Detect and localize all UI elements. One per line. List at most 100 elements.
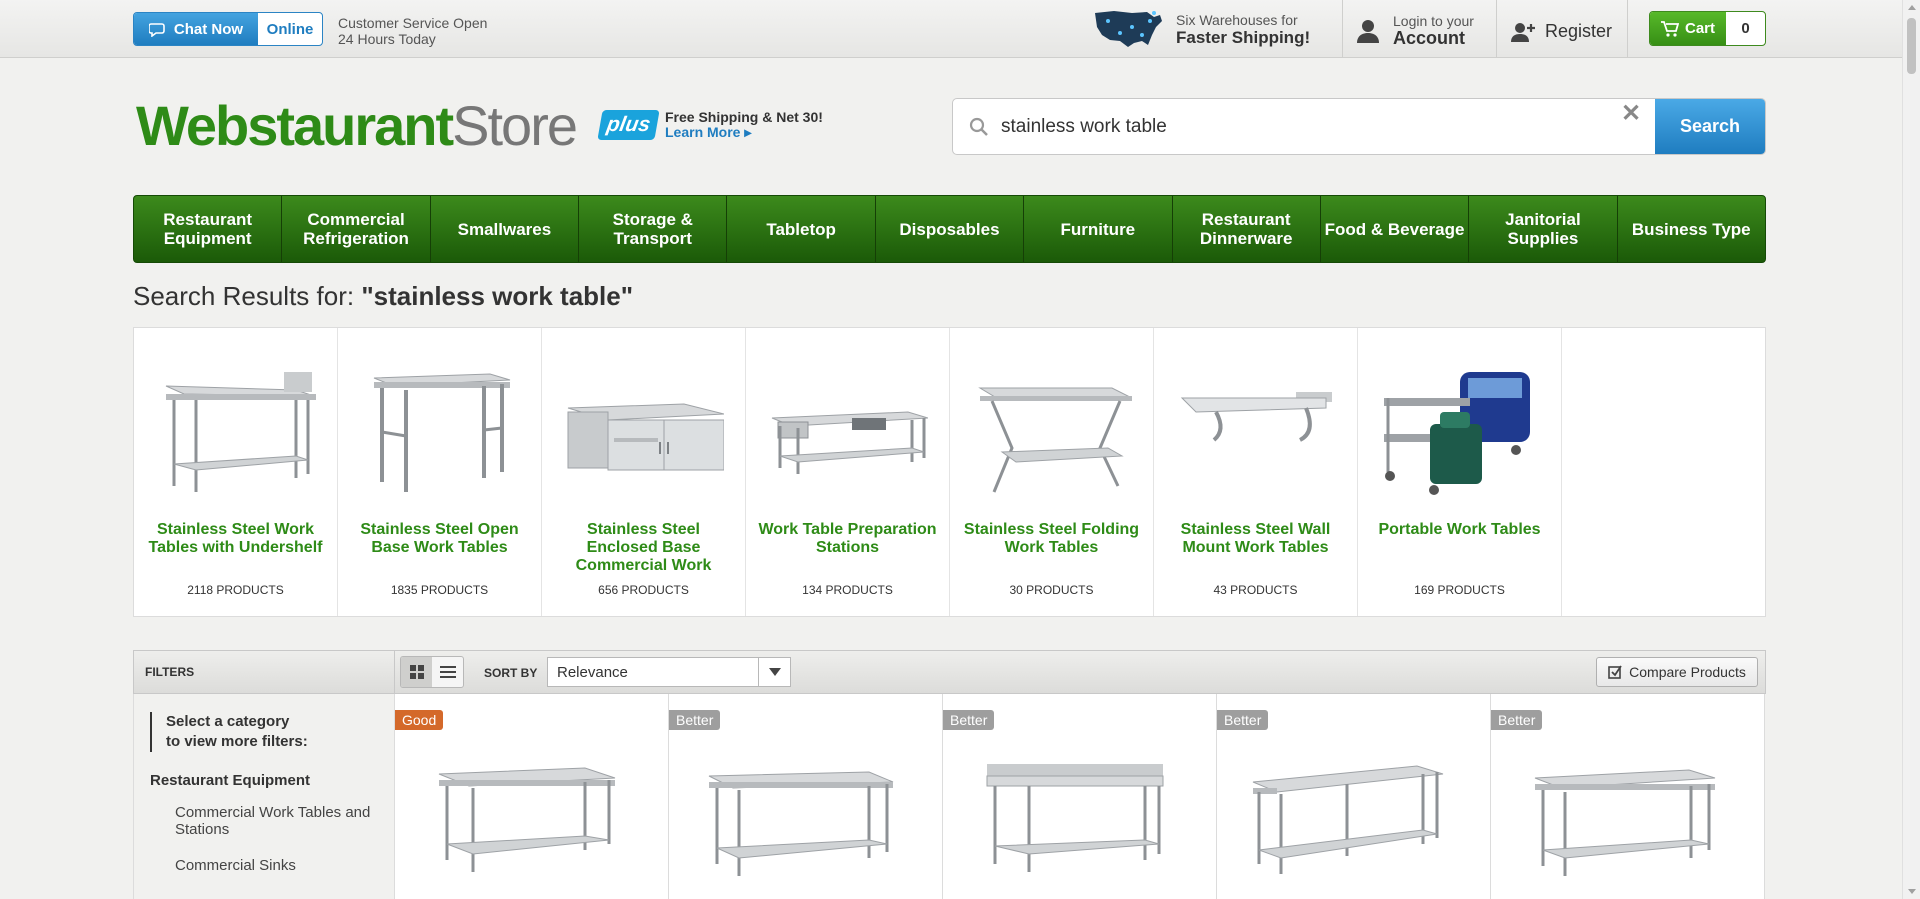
quality-badge: Better <box>1217 710 1269 730</box>
category-tile[interactable]: Stainless Steel Folding Work Tables 30 P… <box>950 328 1154 616</box>
category-count: 656 PRODUCTS <box>598 583 689 597</box>
category-count: 1835 PRODUCTS <box>390 583 489 597</box>
divider <box>1496 0 1497 57</box>
learn-more-link[interactable]: Learn More ▸ <box>665 125 823 140</box>
nav-item[interactable]: Food & Beverage <box>1321 196 1470 262</box>
divider <box>1342 0 1343 57</box>
scroll-up-arrow[interactable] <box>1908 5 1916 10</box>
folding-table-image <box>978 387 1132 493</box>
compare-products-button[interactable]: Compare Products <box>1596 657 1758 687</box>
nav-item[interactable]: Restaurant Equipment <box>134 196 283 262</box>
quality-badge: Better <box>1491 710 1543 730</box>
category-count: 2118 PRODUCTS <box>187 583 284 597</box>
page-scrollbar[interactable] <box>1902 0 1920 899</box>
category-tile[interactable]: Stainless Steel Enclosed Base Commercial… <box>542 328 746 616</box>
view-toggle <box>400 656 464 688</box>
top-bar: Chat Now Online Customer Service Open 24… <box>0 0 1902 58</box>
nav-item[interactable]: Business Type <box>1618 196 1765 262</box>
category-count: 134 PRODUCTS <box>802 583 893 597</box>
register-link[interactable]: Register <box>1511 21 1612 42</box>
cs-line2: 24 Hours Today <box>338 31 436 47</box>
logo-light: Store <box>452 94 578 157</box>
product-image <box>1534 769 1716 876</box>
grid-view-button[interactable] <box>401 657 432 687</box>
category-name: Stainless Steel Folding Work Tables <box>963 521 1140 556</box>
category-tile[interactable]: Work Table Preparation Stations 134 PROD… <box>746 328 950 616</box>
clear-search-icon[interactable]: ✕ <box>1607 99 1655 154</box>
page-title: Search Results for: "stainless work tabl… <box>133 281 633 312</box>
work-table-undershelf-image <box>165 372 316 492</box>
category-name: Stainless Steel Work Tables with Undersh… <box>148 521 323 556</box>
scroll-down-arrow[interactable] <box>1908 889 1916 894</box>
chat-now-button[interactable]: Chat Now Online <box>133 12 323 46</box>
user-icon <box>1357 19 1379 43</box>
sort-select[interactable]: Relevance <box>547 657 791 687</box>
portable-cart-image <box>1384 372 1530 495</box>
grid-icon <box>409 665 424 679</box>
product-image <box>438 767 616 872</box>
login-link[interactable]: Login to your Account <box>1357 13 1474 48</box>
nav-item[interactable]: Storage & Transport <box>579 196 728 262</box>
hint-line2: to view more filters: <box>166 733 308 750</box>
customer-service-hours: Customer Service Open 24 Hours Today <box>338 15 487 47</box>
product-card[interactable]: Better <box>1491 694 1765 899</box>
nav-item[interactable]: Furniture <box>1024 196 1173 262</box>
wall-mount-table-image <box>1180 392 1332 442</box>
divider <box>1627 0 1628 57</box>
product-card[interactable]: Good <box>395 694 669 899</box>
category-tiles: Stainless Steel Work Tables with Undersh… <box>133 327 1766 617</box>
nav-item[interactable]: Smallwares <box>431 196 580 262</box>
product-grid: Good Better Better Better Better <box>395 694 1766 899</box>
filter-hint: Select a category to view more filters: <box>150 712 308 752</box>
logo-bold: Webstaurant <box>136 94 454 157</box>
filter-subcategory[interactable]: Commercial Work Tables and Stations <box>175 804 375 838</box>
site-logo[interactable]: WebstaurantStore <box>136 94 578 158</box>
register-label: Register <box>1545 21 1613 41</box>
chat-now-label: Chat Now <box>173 20 244 38</box>
filter-sidebar: Select a category to view more filters: … <box>133 694 395 899</box>
product-card[interactable]: Better <box>1217 694 1491 899</box>
chat-now-label-wrap[interactable]: Chat Now <box>134 13 258 45</box>
list-icon <box>439 666 456 678</box>
search-bar: ✕ Search <box>952 98 1766 155</box>
caret-right-icon: ▸ <box>744 124 752 140</box>
login-line1: Login to your <box>1393 13 1474 29</box>
nav-item[interactable]: Janitorial Supplies <box>1469 196 1618 262</box>
results-query: "stainless work table" <box>361 281 634 311</box>
cart-icon <box>1660 20 1679 37</box>
search-button[interactable]: Search <box>1655 99 1765 154</box>
compare-label: Compare Products <box>1629 664 1746 680</box>
category-count: 30 PRODUCTS <box>1009 583 1094 597</box>
search-input[interactable] <box>1001 115 1607 138</box>
login-line2: Account <box>1393 28 1465 48</box>
quality-badge: Good <box>395 710 444 730</box>
nav-item[interactable]: Tabletop <box>727 196 876 262</box>
quality-badge: Better <box>943 710 995 730</box>
list-view-button[interactable] <box>432 657 463 687</box>
warehouses-promo[interactable]: Six Warehouses for Faster Shipping! <box>1092 5 1310 53</box>
category-name: Stainless Steel Enclosed Base Commercial… <box>575 521 712 574</box>
nav-item[interactable]: Restaurant Dinnerware <box>1173 196 1321 262</box>
cart-label-wrap[interactable]: Cart <box>1650 12 1726 45</box>
category-tile[interactable]: Stainless Steel Open Base Work Tables 18… <box>338 328 542 616</box>
filter-subcategory[interactable]: Commercial Sinks <box>175 857 296 874</box>
category-tile[interactable]: Stainless Steel Work Tables with Undersh… <box>134 328 338 616</box>
nav-item[interactable]: Disposables <box>876 196 1025 262</box>
product-image <box>986 764 1164 872</box>
category-tile[interactable]: Stainless Steel Wall Mount Work Tables 4… <box>1154 328 1358 616</box>
nav-item[interactable]: Commercial Refrigeration <box>282 196 431 262</box>
filter-category-heading[interactable]: Restaurant Equipment <box>150 772 310 789</box>
product-card[interactable]: Better <box>669 694 943 899</box>
plus-promo[interactable]: plus Free Shipping & Net 30! Learn More … <box>597 110 823 140</box>
cart-button[interactable]: Cart 0 <box>1649 11 1766 46</box>
product-card[interactable]: Better <box>943 694 1217 899</box>
category-tile[interactable]: Portable Work Tables 169 PRODUCTS <box>1358 328 1562 616</box>
category-name: Portable Work Tables <box>1378 521 1541 538</box>
category-count: 43 PRODUCTS <box>1213 583 1298 597</box>
sort-dropdown-arrow[interactable] <box>758 658 790 686</box>
scrollbar-thumb[interactable] <box>1907 18 1916 74</box>
ship-line1: Six Warehouses for <box>1176 11 1298 28</box>
chevron-down-icon <box>768 668 781 676</box>
filters-label: FILTERS <box>145 665 195 679</box>
chat-bubble-icon <box>148 22 165 37</box>
